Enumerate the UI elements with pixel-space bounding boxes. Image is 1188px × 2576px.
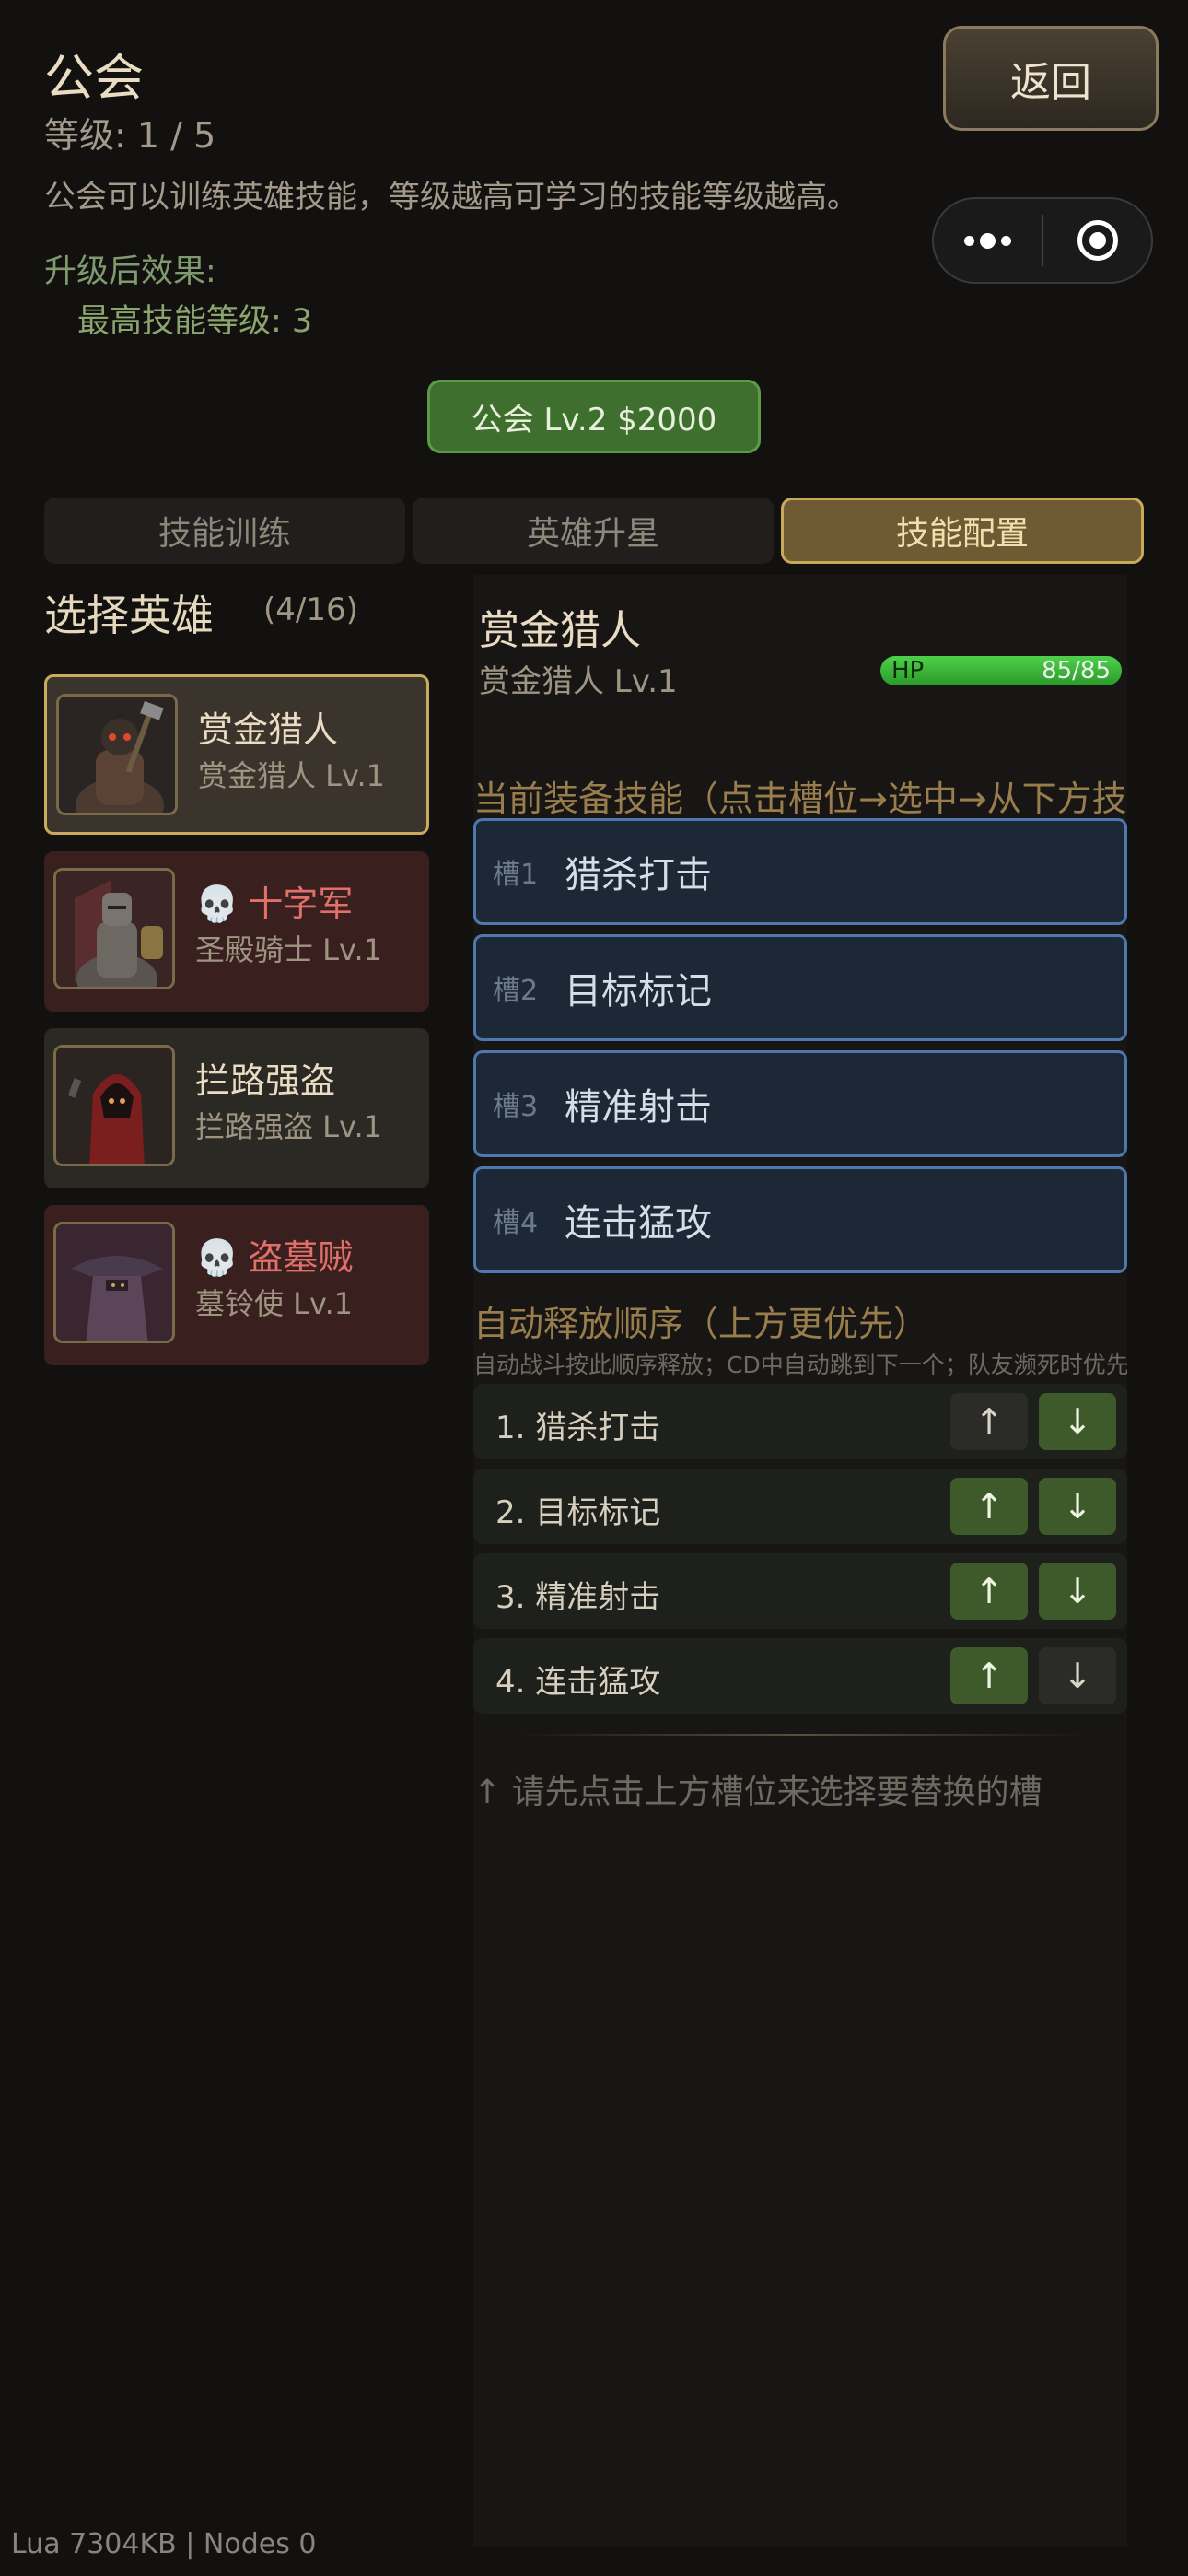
hero-class-level: 拦路强盗 Lv.1 <box>195 1109 382 1144</box>
hero-card-bounty-hunter[interactable]: 赏金猎人 赏金猎人 Lv.1 <box>44 674 429 835</box>
tab-hero-star-up[interactable]: 英雄升星 <box>413 498 774 564</box>
slot-number: 槽4 <box>493 1207 539 1239</box>
tab-skill-training[interactable]: 技能训练 <box>44 498 405 564</box>
guild-level: 等级: 1 / 5 <box>44 115 216 156</box>
move-up-button[interactable]: ↑ <box>950 1393 1028 1450</box>
back-button[interactable]: 返回 <box>943 26 1159 131</box>
hero-class-level: 赏金猎人 Lv.1 <box>198 758 385 793</box>
skill-slot-4[interactable]: 槽4 连击猛攻 <box>473 1166 1127 1273</box>
slot-number: 槽2 <box>493 975 539 1007</box>
cast-order-skill: 1. 猎杀打击 <box>495 1410 661 1446</box>
more-menu-button[interactable] <box>934 199 1042 282</box>
cast-order-row: 3. 精准射击 ↑ ↓ <box>473 1553 1127 1629</box>
slot-skill-name: 目标标记 <box>565 970 712 1013</box>
hero-name: 拦路强盗 <box>195 1060 336 1101</box>
cast-order-skill: 2. 目标标记 <box>495 1494 661 1531</box>
hp-label: HP <box>891 657 925 685</box>
hero-card-highwayman[interactable]: 拦路强盗 拦路强盗 Lv.1 <box>44 1028 429 1188</box>
selected-hero-name: 赏金猎人 <box>479 607 641 654</box>
cast-order-skill: 3. 精准射击 <box>495 1579 661 1616</box>
move-down-button[interactable]: ↓ <box>1039 1647 1116 1704</box>
slot-skill-name: 精准射击 <box>565 1086 712 1129</box>
hero-select-title: 选择英雄 <box>44 591 214 640</box>
target-circle-icon <box>1077 220 1118 261</box>
slot-skill-name: 猎杀打击 <box>565 854 712 896</box>
close-mini-program-button[interactable] <box>1043 199 1151 282</box>
move-up-button[interactable]: ↑ <box>950 1647 1028 1704</box>
hp-bar: HP 85/85 <box>880 656 1122 685</box>
hero-name: 💀 盗墓贼 <box>195 1237 354 1278</box>
hero-count: (4/16) <box>263 591 358 628</box>
hero-name: 赏金猎人 <box>198 709 339 750</box>
more-dots-icon <box>964 232 1011 249</box>
hero-portrait <box>53 1045 175 1166</box>
move-up-button[interactable]: ↑ <box>950 1563 1028 1620</box>
hero-portrait <box>53 1222 175 1343</box>
selected-hero-class-level: 赏金猎人 Lv.1 <box>479 663 678 700</box>
hero-portrait <box>53 868 175 989</box>
slot-number: 槽1 <box>493 859 539 891</box>
upgrade-effect-label: 升级后效果: <box>44 253 216 290</box>
guild-description: 公会可以训练英雄技能，等级越高可学习的技能等级越高。 <box>44 179 858 216</box>
hp-value: 85/85 <box>1042 657 1111 685</box>
skull-icon: 💀 <box>195 1237 239 1278</box>
mini-program-capsule <box>932 197 1153 284</box>
skill-slot-2[interactable]: 槽2 目标标记 <box>473 934 1127 1041</box>
hero-card-grave-robber[interactable]: 💀 盗墓贼 墓铃使 Lv.1 <box>44 1205 429 1365</box>
move-down-button[interactable]: ↓ <box>1039 1478 1116 1535</box>
hero-name: 💀 十字军 <box>195 884 354 924</box>
hero-class-level: 墓铃使 Lv.1 <box>195 1286 353 1321</box>
cast-order-row: 2. 目标标记 ↑ ↓ <box>473 1469 1127 1544</box>
hero-class-level: 圣殿骑士 Lv.1 <box>195 932 382 967</box>
page-title: 公会 <box>44 49 144 107</box>
move-down-button[interactable]: ↓ <box>1039 1393 1116 1450</box>
hero-portrait <box>56 694 178 815</box>
replace-slot-hint: ↑ 请先点击上方槽位来选择要替换的槽 <box>473 1774 1042 1811</box>
move-up-button[interactable]: ↑ <box>950 1478 1028 1535</box>
skull-icon: 💀 <box>195 884 239 924</box>
move-down-button[interactable]: ↓ <box>1039 1563 1116 1620</box>
section-divider <box>516 1734 1087 1736</box>
hero-card-crusader[interactable]: 💀 十字军 圣殿骑士 Lv.1 <box>44 851 429 1012</box>
cast-order-skill: 4. 连击猛攻 <box>495 1664 661 1701</box>
guild-upgrade-button[interactable]: 公会 Lv.2 $2000 <box>427 380 761 453</box>
skill-slot-1[interactable]: 槽1 猎杀打击 <box>473 818 1127 925</box>
slot-number: 槽3 <box>493 1091 539 1123</box>
debug-stats: Lua 7304KB | Nodes 0 <box>11 2528 317 2560</box>
skill-slot-3[interactable]: 槽3 精准射击 <box>473 1050 1127 1157</box>
tab-skill-config[interactable]: 技能配置 <box>781 498 1144 564</box>
equipped-skills-label: 当前装备技能（点击槽位→选中→从下方技能列表替换） <box>473 779 1127 819</box>
upgrade-effect-value: 最高技能等级: 3 <box>77 303 313 340</box>
slot-skill-name: 连击猛攻 <box>565 1202 712 1245</box>
auto-cast-order-title: 自动释放顺序（上方更优先） <box>473 1304 929 1344</box>
cast-order-row: 1. 猎杀打击 ↑ ↓ <box>473 1384 1127 1459</box>
auto-cast-order-hint: 自动战斗按此顺序释放；CD中自动跳到下一个；队友濒死时优先治疗 <box>473 1352 1127 1378</box>
cast-order-row: 4. 连击猛攻 ↑ ↓ <box>473 1638 1127 1714</box>
